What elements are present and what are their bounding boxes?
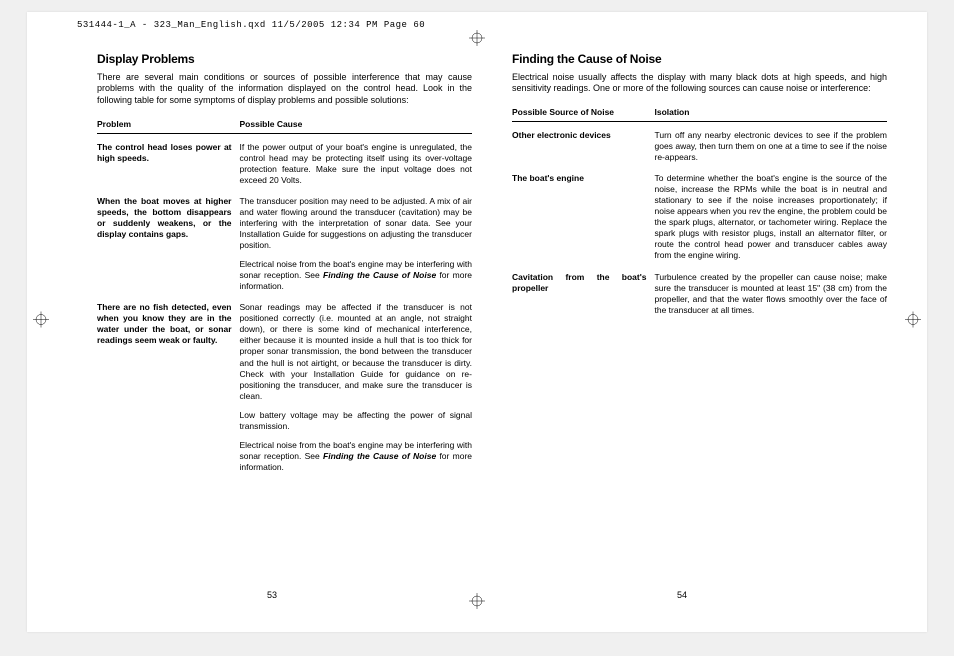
column-header: Isolation (655, 107, 888, 118)
isolation-cell: To determine whether the boat's engine i… (655, 173, 888, 261)
isolation-cell: Turn off any nearby electronic devices t… (655, 130, 888, 163)
cause-text: The transducer position may need to be a… (240, 196, 473, 250)
table-header: Possible Source of Noise Isolation (512, 107, 887, 122)
cause-cell: Sonar readings may be affected if the tr… (240, 302, 473, 473)
cause-text: Sonar readings may be affected if the tr… (240, 302, 473, 400)
source-cell: Cavitation from the boat's propeller (512, 272, 655, 316)
problem-cell: There are no fish detected, even when yo… (97, 302, 240, 473)
section-title: Finding the Cause of Noise (512, 52, 887, 68)
cause-subparagraph: Electrical noise from the boat's engine … (240, 440, 473, 473)
isolation-cell: Turbulence created by the propeller can … (655, 272, 888, 316)
left-column: Display Problems There are several main … (97, 52, 472, 602)
page-wrapper: 531444-1_A - 323_Man_English.qxd 11/5/20… (27, 12, 927, 632)
page-number: 54 (677, 590, 687, 600)
column-header: Possible Cause (240, 119, 473, 130)
problem-cell: The control head loses power at high spe… (97, 142, 240, 186)
page-number: 53 (267, 590, 277, 600)
crop-mark-icon (33, 312, 49, 333)
crop-mark-icon (469, 30, 485, 51)
cross-reference: Finding the Cause of Noise (323, 270, 436, 280)
table-header: Problem Possible Cause (97, 119, 472, 134)
cause-subparagraph: Electrical noise from the boat's engine … (240, 259, 473, 292)
problem-cell: When the boat moves at higher speeds, th… (97, 196, 240, 292)
table-row: The control head loses power at high spe… (97, 142, 472, 186)
intro-paragraph: There are several main conditions or sou… (97, 72, 472, 107)
content-area: Display Problems There are several main … (27, 12, 927, 632)
table-row: Other electronic devices Turn off any ne… (512, 130, 887, 163)
noise-table: Possible Source of Noise Isolation Other… (512, 107, 887, 316)
table-row: There are no fish detected, even when yo… (97, 302, 472, 473)
table-row: The boat's engine To determine whether t… (512, 173, 887, 261)
cross-reference: Finding the Cause of Noise (323, 451, 436, 461)
cause-cell: If the power output of your boat's engin… (240, 142, 473, 186)
intro-paragraph: Electrical noise usually affects the dis… (512, 72, 887, 95)
right-column: Finding the Cause of Noise Electrical no… (512, 52, 887, 602)
column-header: Problem (97, 119, 240, 130)
crop-mark-icon (905, 312, 921, 333)
problems-table: Problem Possible Cause The control head … (97, 119, 472, 473)
table-row: Cavitation from the boat's propeller Tur… (512, 272, 887, 316)
source-cell: Other electronic devices (512, 130, 655, 163)
cause-subparagraph: Low battery voltage may be affecting the… (240, 410, 473, 432)
source-cell: The boat's engine (512, 173, 655, 261)
table-row: When the boat moves at higher speeds, th… (97, 196, 472, 292)
column-header: Possible Source of Noise (512, 107, 655, 118)
cause-cell: The transducer position may need to be a… (240, 196, 473, 292)
file-header: 531444-1_A - 323_Man_English.qxd 11/5/20… (77, 20, 425, 30)
crop-mark-icon (469, 593, 485, 614)
section-title: Display Problems (97, 52, 472, 68)
